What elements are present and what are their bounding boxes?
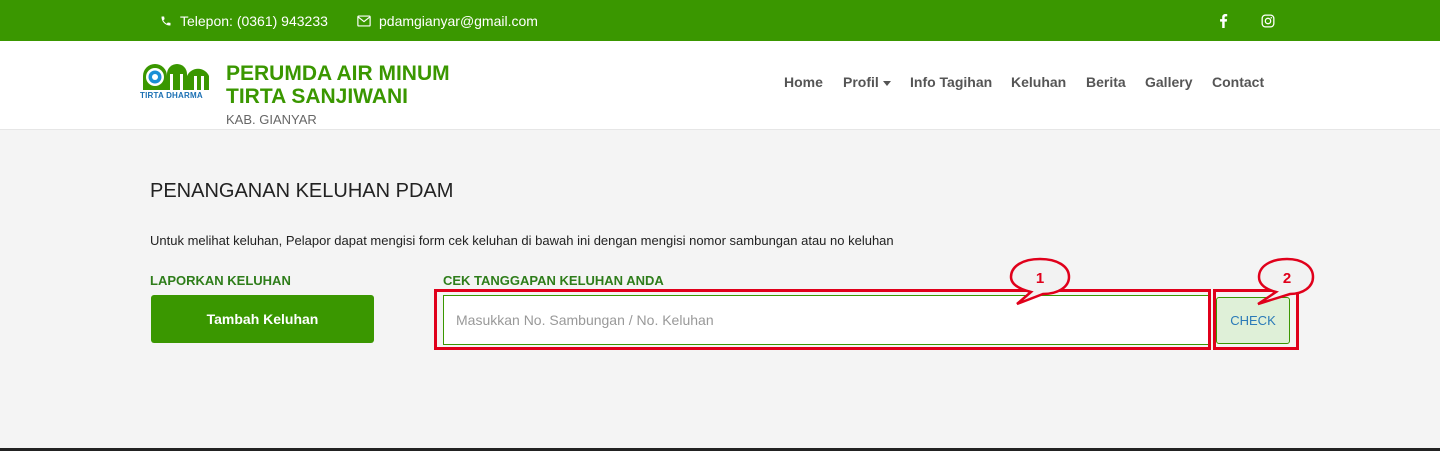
nav-profil-label: Profil <box>843 74 879 90</box>
phone-icon <box>161 16 171 25</box>
callout-2-number: 2 <box>1283 270 1291 287</box>
caret-down-icon <box>882 80 891 86</box>
nav-gallery[interactable]: Gallery <box>1145 72 1192 92</box>
nav-berita[interactable]: Berita <box>1086 72 1126 92</box>
top-bar: Telepon: (0361) 943233 pdamgianyar@gmail… <box>0 0 1440 41</box>
check-response-label: CEK TANGGAPAN KELUHAN ANDA <box>443 273 664 288</box>
brand-title-line2[interactable]: TIRTA SANJIWANI <box>226 85 408 109</box>
phone-info: Telepon: (0361) 943233 <box>160 0 328 41</box>
add-complaint-button[interactable]: Tambah Keluhan <box>151 295 374 343</box>
nav-keluhan[interactable]: Keluhan <box>1011 72 1066 92</box>
callout-1-number: 1 <box>1036 270 1044 287</box>
site-header: TIRTA DHARMA PERUMDA AIR MINUM TIRTA SAN… <box>0 41 1440 130</box>
nav-contact[interactable]: Contact <box>1212 72 1264 92</box>
brand-title-line1[interactable]: PERUMDA AIR MINUM <box>226 62 450 86</box>
page-description: Untuk melihat keluhan, Pelapor dapat men… <box>150 233 894 248</box>
page-title: PENANGANAN KELUHAN PDAM <box>150 180 454 202</box>
nav-profil[interactable]: Profil <box>843 72 891 92</box>
report-complaint-label: LAPORKAN KELUHAN <box>150 273 291 288</box>
envelope-icon <box>357 14 371 27</box>
check-button[interactable]: CHECK <box>1216 297 1290 344</box>
complaint-number-input[interactable] <box>443 295 1209 345</box>
phone-text: Telepon: (0361) 943233 <box>180 12 328 29</box>
nav-info-tagihan[interactable]: Info Tagihan <box>910 72 992 92</box>
facebook-icon[interactable] <box>1213 0 1233 41</box>
nav-home[interactable]: Home <box>784 72 823 92</box>
email-text[interactable]: pdamgianyar@gmail.com <box>379 13 538 29</box>
instagram-icon[interactable] <box>1258 0 1278 41</box>
brand-subtitle: KAB. GIANYAR <box>226 112 317 127</box>
email-info[interactable]: pdamgianyar@gmail.com <box>357 0 538 41</box>
logo-caption: TIRTA DHARMA <box>140 91 203 100</box>
